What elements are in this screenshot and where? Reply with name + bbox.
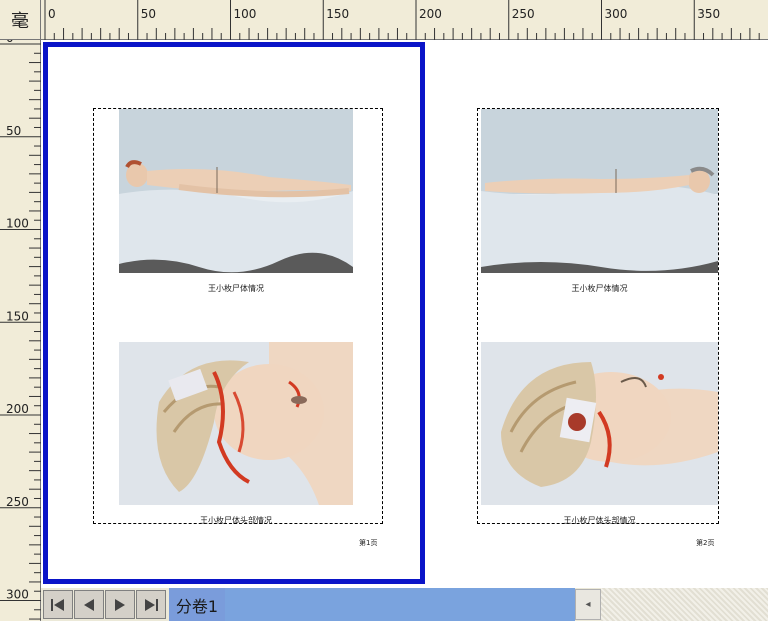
- scroll-left-button[interactable]: ◂: [575, 589, 601, 620]
- ruler-label: 300: [6, 588, 29, 602]
- inactive-scroll-area: [601, 588, 768, 621]
- page-2-caption-2: 王小枚尸体头部情况: [563, 516, 636, 525]
- sheet-tab[interactable]: 分卷1: [169, 588, 225, 621]
- ruler-label: 0: [48, 7, 56, 21]
- ruler-label: 300: [605, 7, 628, 21]
- head-photo-image: [481, 342, 718, 505]
- print-preview-canvas: 王小枚尸体情况 王小枚尸体头部情况 第1页 王小枚尸体情况 王小枚尸体头部情况 …: [41, 40, 768, 588]
- page-2-photo-body: [481, 109, 718, 273]
- ruler-label: 250: [6, 495, 29, 509]
- ruler-label: 350: [697, 7, 720, 21]
- page-1-caption-1: 王小枚尸体情况: [208, 284, 264, 293]
- vertical-ruler: 0 50 100 150 200 250 300: [0, 40, 41, 621]
- page-2-photo-head: [481, 342, 718, 505]
- page-1-number: 第1页: [359, 539, 378, 547]
- ruler-unit-corner: 毫: [0, 0, 41, 40]
- ruler-unit-label: 毫: [11, 10, 29, 32]
- page-2-caption-1: 王小枚尸体情况: [571, 284, 628, 293]
- ruler-label: 150: [6, 309, 29, 323]
- sheet-navigation-bar: 分卷1 ◂: [41, 588, 768, 621]
- previous-arrow-icon: [84, 598, 94, 611]
- scroll-left-icon: ◂: [585, 599, 591, 610]
- page-1-photo-head: [119, 342, 353, 505]
- page-1-caption-2: 王小枚尸体头部情况: [200, 516, 272, 525]
- ruler-label: 150: [326, 7, 349, 21]
- page-2-number: 第2页: [696, 539, 715, 547]
- body-photo-image: [481, 109, 718, 273]
- ruler-label: 100: [234, 7, 257, 21]
- ruler-label: 100: [6, 217, 29, 231]
- horizontal-scroll-track[interactable]: [225, 588, 575, 621]
- first-sheet-button[interactable]: [43, 590, 73, 619]
- horizontal-ruler: 0 50 100 150 200 250 300 350: [41, 0, 768, 40]
- ruler-label: 50: [141, 7, 156, 21]
- page-1-content-frame: 王小枚尸体情况 王小枚尸体头部情况: [93, 108, 383, 525]
- ruler-label: 200: [419, 7, 442, 21]
- ruler-label: 200: [6, 402, 29, 416]
- first-arrow-icon: [51, 598, 64, 611]
- vertical-ruler-scale: 0 50 100 150 200 250 300: [0, 40, 41, 620]
- ruler-label: 250: [512, 7, 535, 21]
- previous-sheet-button[interactable]: [74, 590, 104, 619]
- page-1-photo-body: [119, 109, 353, 273]
- page-2-content-frame: 王小枚尸体情况 王小枚尸体头部情况: [477, 108, 719, 525]
- next-sheet-button[interactable]: [105, 590, 135, 619]
- last-arrow-icon: [145, 598, 158, 611]
- next-arrow-icon: [115, 598, 125, 611]
- head-photo-image: [119, 342, 353, 505]
- last-sheet-button[interactable]: [136, 590, 166, 619]
- horizontal-ruler-scale: 0 50 100 150 200 250 300 350: [44, 0, 760, 40]
- body-photo-image: [119, 109, 353, 273]
- ruler-label: 0: [6, 40, 14, 45]
- ruler-label: 50: [6, 124, 21, 138]
